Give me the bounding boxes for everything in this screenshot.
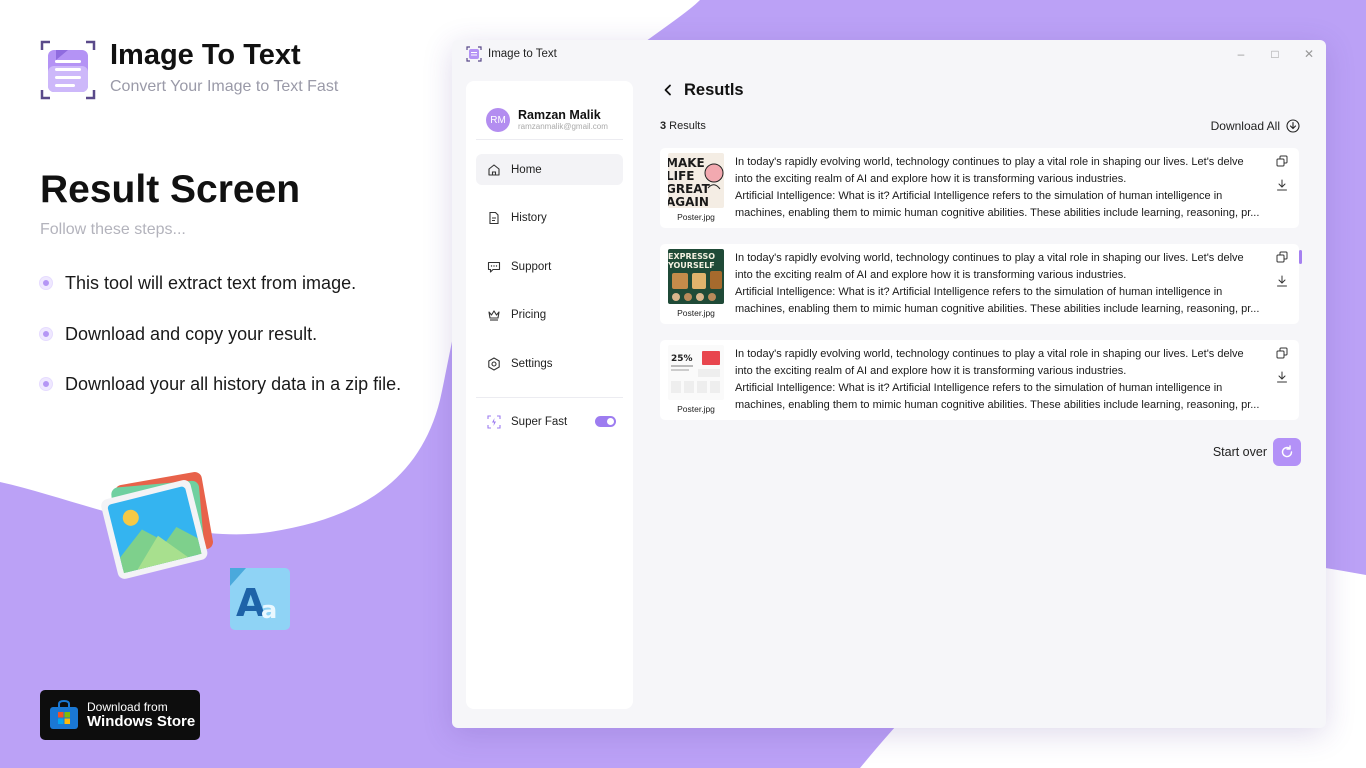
start-over-button[interactable]: Start over xyxy=(1213,438,1301,466)
result-card: MAKE LIFE GREAT AGAIN Poster.jpg In toda… xyxy=(660,148,1299,228)
poster-text: 25% xyxy=(671,354,693,364)
download-all-button[interactable]: Download All xyxy=(1211,119,1300,133)
user-profile[interactable]: RM Ramzan Malik ramzanmalik@gmail.com xyxy=(466,81,633,139)
poster-text: AGAIN xyxy=(668,195,709,208)
sidebar: RM Ramzan Malik ramzanmalik@gmail.com Ho… xyxy=(466,81,633,709)
svg-text:a: a xyxy=(261,596,277,624)
sidebar-item-pricing[interactable]: Pricing xyxy=(476,300,623,331)
poster-text: MAKE xyxy=(668,156,705,170)
app-small-logo-icon xyxy=(466,46,482,62)
home-icon xyxy=(487,163,501,177)
step-item: This tool will extract text from image. xyxy=(40,270,401,296)
scan-face-icon xyxy=(487,414,501,429)
sidebar-nav: Home History Support Pricing Settings xyxy=(466,154,633,379)
start-over-label: Start over xyxy=(1212,445,1267,459)
store-big-text: Windows Store xyxy=(87,713,196,730)
copy-icon[interactable] xyxy=(1275,250,1289,264)
step-item: Download and copy your result. xyxy=(40,321,401,347)
result-thumbnail[interactable]: EXPRESSO YOURSELF Poster.jpg xyxy=(667,249,725,324)
results-count: 3 Results xyxy=(660,120,706,132)
app-subtitle: Convert Your Image to Text Fast xyxy=(110,78,339,95)
result-text: In today's rapidly evolving world, techn… xyxy=(735,348,1260,411)
gear-icon xyxy=(487,356,501,371)
refresh-icon xyxy=(1273,438,1301,466)
download-icon[interactable] xyxy=(1275,370,1289,384)
result-thumbnail[interactable]: 25% Poster.jpg xyxy=(667,345,725,420)
download-icon[interactable] xyxy=(1275,178,1289,192)
sidebar-item-label: History xyxy=(511,212,547,224)
card-actions xyxy=(1275,250,1289,288)
document-icon xyxy=(487,211,501,225)
poster-image: MAKE LIFE GREAT AGAIN xyxy=(668,153,724,208)
crown-icon xyxy=(487,308,501,322)
bullet-icon xyxy=(40,328,52,340)
close-icon[interactable]: ✕ xyxy=(1292,40,1326,68)
file-name: Poster.jpg xyxy=(677,404,715,414)
app-window: Image to Text – □ ✕ RM Ramzan Malik ramz… xyxy=(452,40,1326,728)
back-icon[interactable] xyxy=(660,82,676,98)
app-logo-icon xyxy=(40,40,96,100)
step-item: Download your all history data in a zip … xyxy=(40,371,401,397)
poster-text: YOURSELF xyxy=(668,261,715,270)
bullet-icon xyxy=(40,378,52,390)
card-actions xyxy=(1275,346,1289,384)
profile-name: Ramzan Malik xyxy=(518,108,601,122)
sidebar-item-home[interactable]: Home xyxy=(476,154,623,185)
poster-text: GREAT xyxy=(668,182,711,196)
result-card: EXPRESSO YOURSELF Poster.jpg In today's … xyxy=(660,244,1302,324)
result-text: In today's rapidly evolving world, techn… xyxy=(735,156,1260,219)
steps-list: This tool will extract text from image. … xyxy=(40,270,401,422)
super-fast-row: Super Fast xyxy=(476,408,623,436)
section-subtitle: Follow these steps... xyxy=(40,221,186,238)
poster-image: 25% xyxy=(668,345,724,400)
poster-image: EXPRESSO YOURSELF xyxy=(668,249,724,304)
brand-header: Image To Text Convert Your Image to Text… xyxy=(40,40,338,100)
super-fast-toggle[interactable] xyxy=(595,416,616,427)
poster-text: EXPRESSO xyxy=(668,252,715,261)
download-icon[interactable] xyxy=(1275,274,1289,288)
sidebar-item-history[interactable]: History xyxy=(476,203,623,234)
section-title: Result Screen xyxy=(40,168,301,211)
maximize-icon[interactable]: □ xyxy=(1258,40,1292,68)
page-title: Resutls xyxy=(684,80,744,99)
super-fast-label: Super Fast xyxy=(511,415,568,428)
windows-store-button[interactable]: Download from Windows Store xyxy=(40,690,200,740)
chat-icon xyxy=(487,260,501,274)
divider xyxy=(476,139,623,140)
main-header: Resutls xyxy=(660,68,1300,112)
profile-email: ramzanmalik@gmail.com xyxy=(518,122,608,131)
avatar: RM xyxy=(486,108,510,132)
divider xyxy=(476,396,623,398)
file-name: Poster.jpg xyxy=(677,308,715,318)
copy-icon[interactable] xyxy=(1275,346,1289,360)
image-stack-illustration xyxy=(98,470,218,590)
sidebar-item-label: Pricing xyxy=(511,309,547,321)
sidebar-item-label: Home xyxy=(511,163,542,176)
bullet-icon xyxy=(40,277,52,289)
file-name: Poster.jpg xyxy=(677,212,715,222)
sidebar-item-settings[interactable]: Settings xyxy=(476,348,623,379)
minimize-icon[interactable]: – xyxy=(1224,40,1258,68)
result-card: 25% Poster.jpg In today's rapidly evolvi… xyxy=(660,340,1299,420)
copy-icon[interactable] xyxy=(1275,154,1289,168)
download-circle-icon xyxy=(1286,119,1300,133)
store-small-text: Download from xyxy=(87,700,168,714)
sidebar-item-label: Support xyxy=(511,260,552,273)
main-content: Resutls 3 Results Download All MAKE LIFE… xyxy=(660,68,1302,466)
font-aa-illustration: A a xyxy=(228,566,292,632)
results-bar: 3 Results Download All xyxy=(660,112,1300,140)
store-bag-icon xyxy=(50,700,78,729)
app-title: Image To Text xyxy=(110,39,301,71)
scrollbar-thumb[interactable] xyxy=(1299,250,1302,264)
window-title: Image to Text xyxy=(488,48,557,60)
result-text: In today's rapidly evolving world, techn… xyxy=(735,252,1260,315)
card-actions xyxy=(1275,154,1289,192)
poster-text: LIFE xyxy=(668,169,695,183)
sidebar-item-support[interactable]: Support xyxy=(476,251,623,282)
title-bar: Image to Text – □ ✕ xyxy=(452,40,1326,68)
result-thumbnail[interactable]: MAKE LIFE GREAT AGAIN Poster.jpg xyxy=(667,153,725,228)
sidebar-item-label: Settings xyxy=(511,357,553,370)
